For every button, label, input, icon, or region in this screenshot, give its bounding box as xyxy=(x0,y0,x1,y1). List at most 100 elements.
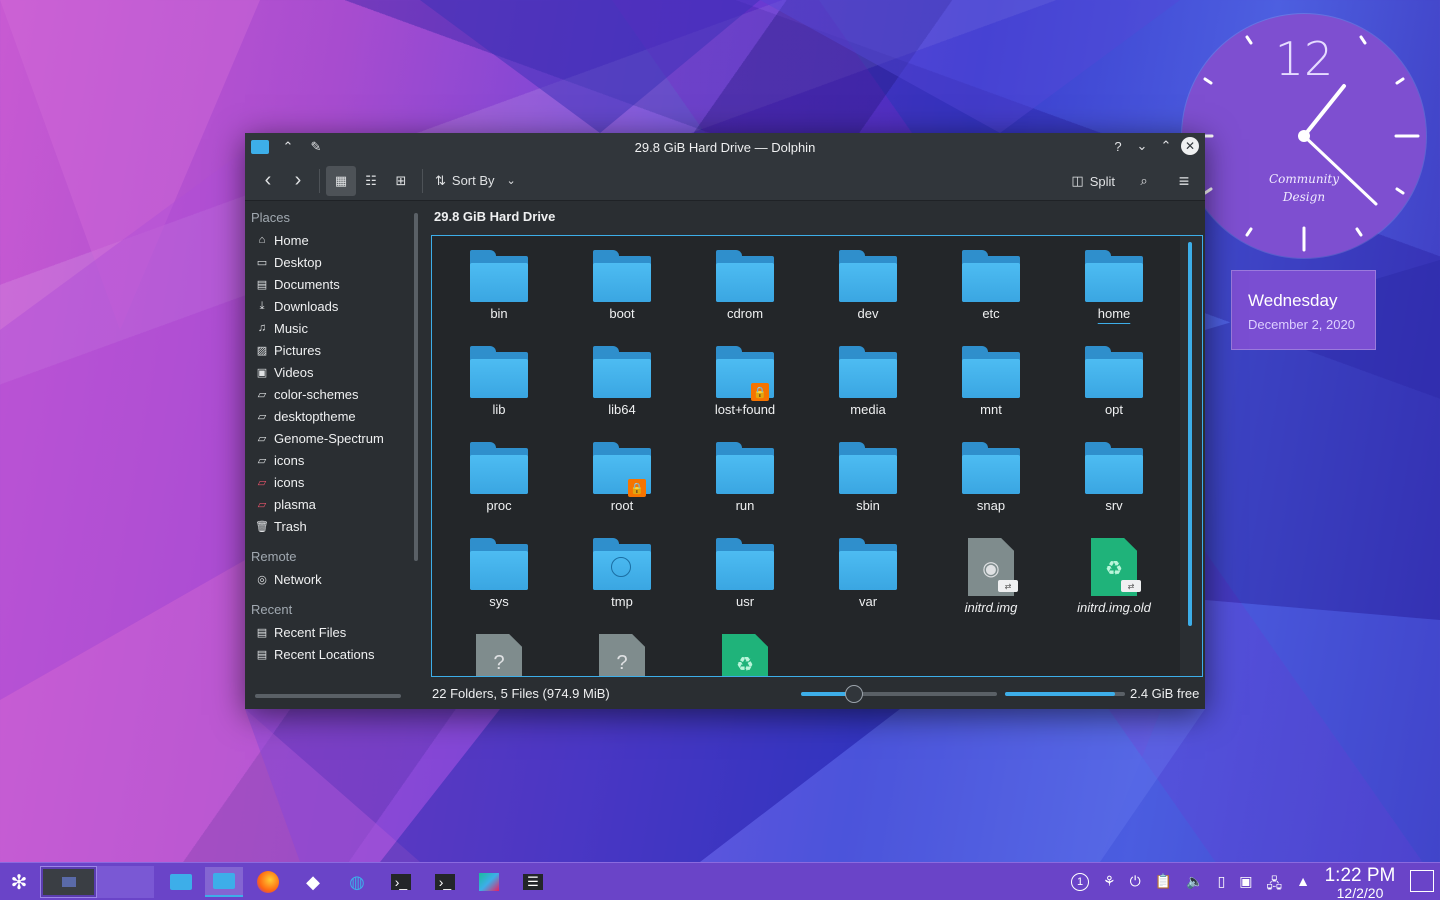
sidebar-item-documents[interactable]: ▤ Documents xyxy=(245,273,413,295)
file-item[interactable]: lib xyxy=(444,346,554,417)
videos-icon: ▣ xyxy=(256,366,268,379)
details-view-button[interactable]: ⊞ xyxy=(386,166,416,196)
application-launcher-button[interactable]: ✻ xyxy=(4,867,34,897)
split-button[interactable]: ◫ Split xyxy=(1067,166,1119,196)
zoom-slider-handle[interactable] xyxy=(845,685,863,703)
sort-by-button[interactable]: ⇅ Sort By ⌄ xyxy=(429,166,522,196)
sidebar-item-label: plasma xyxy=(274,496,316,512)
sidebar-item-plasma[interactable]: ▱ plasma xyxy=(245,493,413,515)
forward-button[interactable]: › xyxy=(283,166,313,196)
help-icon[interactable]: ? xyxy=(1109,137,1127,155)
sidebar-item-recent-locations[interactable]: ▤ Recent Locations xyxy=(245,643,413,665)
sidebar-item-downloads[interactable]: ⤓ Downloads xyxy=(245,295,413,317)
sidebar-item-desktop[interactable]: ▭ Desktop xyxy=(245,251,413,273)
file-item[interactable]: var xyxy=(813,538,923,609)
sidebar-item-color-schemes[interactable]: ▱ color-schemes xyxy=(245,383,413,405)
file-item[interactable]: opt xyxy=(1059,346,1169,417)
minimize-icon[interactable]: ⌄ xyxy=(1133,137,1151,155)
vertical-scrollbar[interactable] xyxy=(1188,242,1192,626)
kde-connect-icon[interactable]: ⚘ xyxy=(1103,873,1116,897)
sidebar-item-videos[interactable]: ▣ Videos xyxy=(245,361,413,383)
close-icon[interactable]: ✕ xyxy=(1181,137,1199,155)
file-item[interactable]: ? xyxy=(444,634,554,676)
analog-clock-widget[interactable]: 12 Community Design xyxy=(1182,14,1426,258)
show-desktop-button[interactable] xyxy=(1410,870,1434,892)
file-item[interactable]: lib64 xyxy=(567,346,677,417)
sidebar-item-desktoptheme[interactable]: ▱ desktoptheme xyxy=(245,405,413,427)
hamburger-menu-icon: ≡ xyxy=(1178,170,1190,191)
task-dolphin-2[interactable] xyxy=(205,867,243,897)
menu-button[interactable]: ≡ xyxy=(1169,166,1199,196)
search-button[interactable]: ⌕ xyxy=(1129,166,1159,196)
tray-expand-icon[interactable]: ▲ xyxy=(1296,873,1310,897)
sidebar-item-music[interactable]: ♫ Music xyxy=(245,317,413,339)
file-item[interactable]: dev xyxy=(813,250,923,321)
title-bar[interactable]: ⌃ ✎ 29.8 GiB Hard Drive — Dolphin ? ⌄ ⌃ … xyxy=(245,133,1205,161)
zoom-slider[interactable] xyxy=(801,685,997,703)
file-grid[interactable]: bin boot cdrom dev etc home lib lib64 🔒 lost+foun… xyxy=(431,235,1203,677)
file-item[interactable]: usr xyxy=(690,538,800,609)
terminal-icon: ›_ xyxy=(434,874,456,890)
file-item[interactable]: 🔒 root xyxy=(567,442,677,513)
task-terminal-2[interactable]: ›_ xyxy=(426,867,464,897)
disk-icon[interactable]: ▣ xyxy=(1239,873,1252,897)
file-item[interactable]: sbin xyxy=(813,442,923,513)
file-item[interactable]: home xyxy=(1059,250,1169,321)
sidebar-horizontal-scrollbar[interactable] xyxy=(255,694,401,698)
pager-desktop-2[interactable] xyxy=(97,866,154,898)
task-web-browser[interactable]: ◍ xyxy=(338,867,376,897)
sidebar-item-icons[interactable]: ▱ icons xyxy=(245,471,413,493)
task-dolphin-1[interactable] xyxy=(162,867,200,897)
removable-device-icon[interactable]: ▯ xyxy=(1218,873,1226,897)
file-item[interactable]: mnt xyxy=(936,346,1046,417)
file-name: initrd.img.old xyxy=(1077,600,1151,615)
power-icon[interactable]: ⏻ xyxy=(1130,873,1141,897)
pager-desktop-1[interactable] xyxy=(40,866,97,898)
file-item[interactable]: bin xyxy=(444,250,554,321)
downloads-icon: ⤓ xyxy=(259,299,265,312)
file-item[interactable]: media xyxy=(813,346,923,417)
file-item[interactable]: 🔒 lost+found xyxy=(690,346,800,417)
clipboard-icon[interactable]: 📋 xyxy=(1155,873,1172,897)
compact-view-button[interactable]: ☷ xyxy=(356,166,386,196)
task-color-picker[interactable] xyxy=(470,867,508,897)
file-item[interactable]: snap xyxy=(936,442,1046,513)
task-inkscape[interactable]: ◆ xyxy=(294,867,332,897)
file-item[interactable]: run xyxy=(690,442,800,513)
sidebar-item-icons[interactable]: ▱ icons xyxy=(245,449,413,471)
disk-space-bar[interactable] xyxy=(1005,692,1125,696)
network-tray-icon[interactable]: 🖧 xyxy=(1267,873,1283,897)
file-item[interactable]: ◉ ⇄ initrd.img xyxy=(936,538,1046,615)
sidebar-item-pictures[interactable]: ▨ Pictures xyxy=(245,339,413,361)
file-item[interactable]: cdrom xyxy=(690,250,800,321)
folder-icon xyxy=(593,346,651,398)
file-item[interactable]: boot xyxy=(567,250,677,321)
sidebar-item-trash[interactable]: 🗑 Trash xyxy=(245,515,413,537)
file-item[interactable]: proc xyxy=(444,442,554,513)
maximize-icon[interactable]: ⌃ xyxy=(1157,137,1175,155)
sidebar-scrollbar[interactable] xyxy=(414,213,418,561)
folder-icon xyxy=(470,346,528,398)
sidebar-item-genome-spectrum[interactable]: ▱ Genome-Spectrum xyxy=(245,427,413,449)
location-breadcrumb[interactable]: 29.8 GiB Hard Drive xyxy=(434,209,555,224)
sidebar-item-home[interactable]: ⌂ Home xyxy=(245,229,413,251)
sidebar-item-network[interactable]: ◎ Network xyxy=(245,568,413,590)
file-item[interactable]: sys xyxy=(444,538,554,609)
volume-icon[interactable]: 🔈 xyxy=(1186,873,1203,897)
file-item[interactable]: ? xyxy=(567,634,677,676)
icons-view-button[interactable]: ▦ xyxy=(326,165,356,196)
file-item[interactable]: ♻⇄ xyxy=(690,634,800,676)
date-widget[interactable]: Wednesday December 2, 2020 xyxy=(1231,270,1376,350)
digital-clock[interactable]: 1:22 PM 12/2/20 xyxy=(1320,866,1400,900)
file-item[interactable]: tmp xyxy=(567,538,677,609)
file-item[interactable]: srv xyxy=(1059,442,1169,513)
task-system-settings[interactable]: ☰ xyxy=(514,867,552,897)
task-terminal-1[interactable]: ›_ xyxy=(382,867,420,897)
task-firefox[interactable] xyxy=(249,867,287,897)
back-button[interactable]: ‹ xyxy=(253,166,283,196)
folder-icon xyxy=(1085,442,1143,494)
sidebar-item-recent-files[interactable]: ▤ Recent Files xyxy=(245,621,413,643)
file-item[interactable]: ♻ ⇄ initrd.img.old xyxy=(1059,538,1169,615)
notifications-badge-icon[interactable]: 1 xyxy=(1071,873,1090,891)
file-item[interactable]: etc xyxy=(936,250,1046,321)
